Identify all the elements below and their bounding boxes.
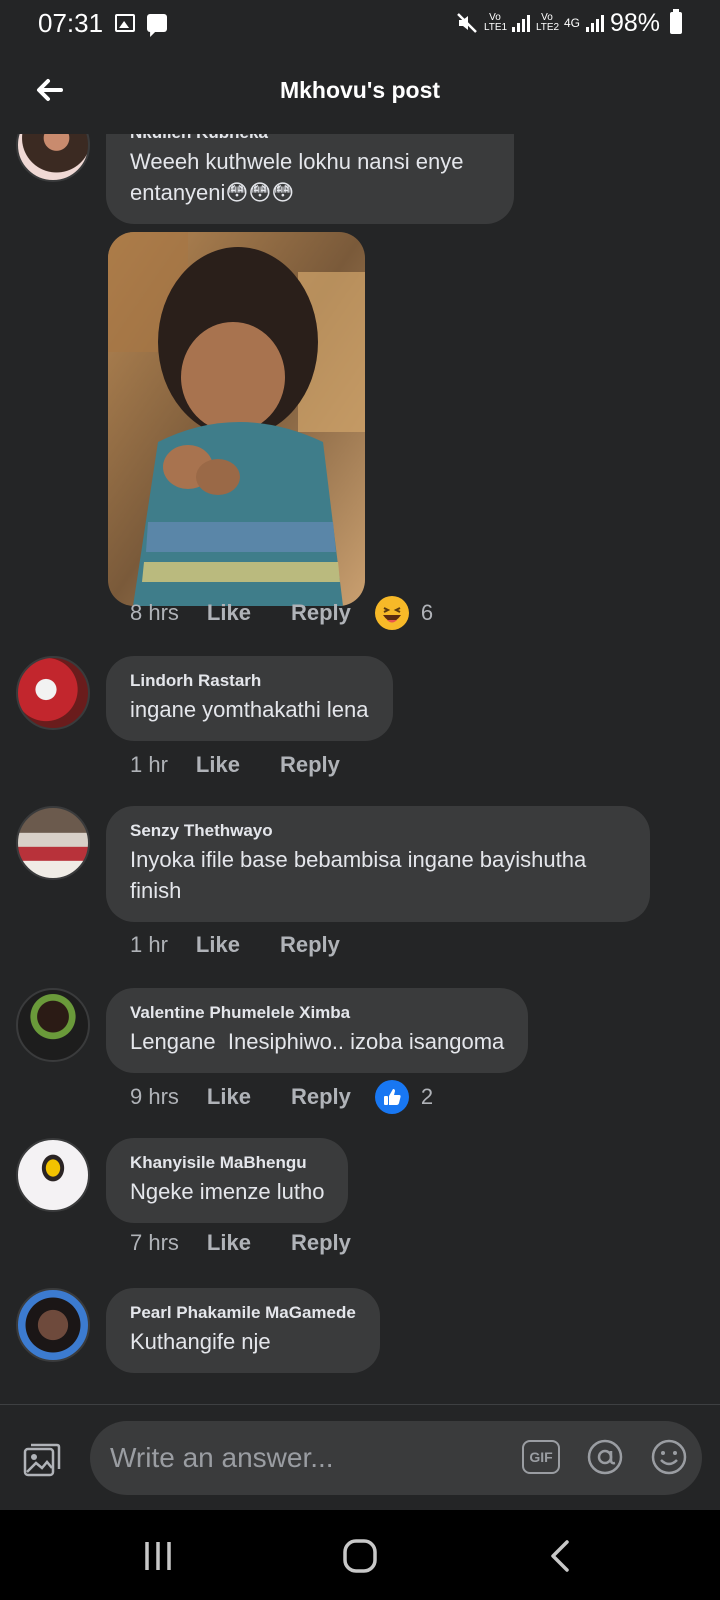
avatar[interactable] bbox=[16, 988, 90, 1062]
thumbs-up-icon[interactable] bbox=[374, 1080, 409, 1114]
comment-bubble[interactable]: Valentine Phumelele Ximba Lengane Inesip… bbox=[106, 988, 529, 1073]
chevron-left-icon bbox=[551, 1540, 569, 1572]
comment-actions: 7 hrs Like Reply bbox=[130, 1230, 375, 1256]
comment-author[interactable]: Khanyisile MaBhengu bbox=[130, 1152, 324, 1174]
comments-feed[interactable]: Nkulleh Kubheka Weeeh kuthwele lokhu nan… bbox=[0, 134, 720, 1404]
like-button[interactable]: Like bbox=[207, 600, 251, 626]
comment-bubble[interactable]: Lindorh Rastarh ingane yomthakathi lena bbox=[106, 656, 393, 741]
smiley-icon bbox=[651, 1439, 687, 1475]
comment-text: Inyoka ifile base bebambisa ingane bayis… bbox=[130, 847, 587, 903]
comment-time[interactable]: 1 hr bbox=[130, 752, 168, 778]
reply-button[interactable]: Reply bbox=[291, 1084, 351, 1110]
signal-2-icon bbox=[585, 14, 604, 32]
post-header: Mkhovu's post bbox=[0, 46, 720, 134]
comment-time[interactable]: 8 hrs bbox=[130, 600, 179, 626]
avatar[interactable] bbox=[16, 1288, 90, 1362]
like-button[interactable]: Like bbox=[196, 752, 240, 778]
battery-icon bbox=[670, 9, 682, 34]
gif-button[interactable]: GIF bbox=[522, 1440, 560, 1474]
comment-actions: 1 hr Like Reply bbox=[130, 752, 364, 778]
avatar[interactable] bbox=[16, 806, 90, 880]
back-nav-button[interactable] bbox=[538, 1534, 582, 1578]
comment-text: Kuthangife nje bbox=[130, 1329, 271, 1354]
clock: 07:31 bbox=[38, 7, 104, 38]
comment-actions: 1 hr Like Reply bbox=[130, 932, 364, 958]
comment-bubble[interactable]: Pearl Phakamile MaGamede Kuthangife nje bbox=[106, 1288, 380, 1373]
arrow-left-icon bbox=[37, 79, 63, 101]
recents-icon bbox=[145, 1542, 171, 1570]
reply-button[interactable]: Reply bbox=[291, 1230, 351, 1256]
mention-button[interactable] bbox=[586, 1438, 624, 1476]
comment-input-container[interactable]: GIF bbox=[90, 1421, 702, 1495]
haha-emoji-icon[interactable] bbox=[374, 596, 409, 630]
system-nav-bar bbox=[0, 1510, 720, 1600]
photo-icon bbox=[23, 1443, 61, 1477]
avatar[interactable] bbox=[16, 134, 90, 182]
like-button[interactable]: Like bbox=[196, 932, 240, 958]
comment-time[interactable]: 7 hrs bbox=[130, 1230, 179, 1256]
home-icon bbox=[343, 1539, 377, 1573]
comment-text: Lengane Inesiphiwo.. izoba isangoma bbox=[130, 1029, 505, 1054]
home-button[interactable] bbox=[338, 1534, 382, 1578]
comment-author[interactable]: Valentine Phumelele Ximba bbox=[130, 1002, 504, 1024]
status-bar: 07:31 Vo LTE1 Vo LTE2 4G 98% bbox=[0, 0, 720, 46]
reply-button[interactable]: Reply bbox=[280, 752, 340, 778]
comment-time[interactable]: 9 hrs bbox=[130, 1084, 179, 1110]
comment-author[interactable]: Pearl Phakamile MaGamede bbox=[130, 1302, 356, 1324]
reply-button[interactable]: Reply bbox=[291, 600, 351, 626]
comment-composer: GIF bbox=[0, 1404, 720, 1510]
comment-input[interactable] bbox=[110, 1442, 500, 1474]
child-photo-image bbox=[108, 232, 365, 606]
comment-bubble[interactable]: Nkulleh Kubheka Weeeh kuthwele lokhu nan… bbox=[106, 134, 514, 224]
like-button[interactable]: Like bbox=[207, 1084, 251, 1110]
page-title: Mkhovu's post bbox=[279, 76, 441, 103]
comment-author[interactable]: Nkulleh Kubheka bbox=[130, 134, 490, 144]
avatar[interactable] bbox=[16, 656, 90, 730]
sim2-label: Vo LTE2 bbox=[535, 12, 560, 33]
comment-author[interactable]: Lindorh Rastarh bbox=[130, 670, 369, 692]
signal-1-icon bbox=[511, 14, 530, 32]
reaction-count[interactable]: 6 bbox=[421, 600, 433, 626]
at-icon bbox=[587, 1439, 623, 1475]
sim1-label: Vo LTE1 bbox=[483, 12, 508, 33]
reaction-count[interactable]: 2 bbox=[421, 1084, 433, 1110]
mute-icon bbox=[457, 13, 477, 33]
comment-text: Weeeh kuthwele lokhu nansi enye entanyen… bbox=[130, 149, 464, 205]
comment-bubble[interactable]: Khanyisile MaBhengu Ngeke imenze lutho bbox=[106, 1138, 349, 1223]
emoji-button[interactable] bbox=[650, 1438, 688, 1476]
add-photo-button[interactable] bbox=[22, 1439, 62, 1479]
recent-apps-button[interactable] bbox=[136, 1534, 180, 1578]
comment-text: ingane yomthakathi lena bbox=[130, 697, 369, 722]
comment-actions: 9 hrs Like Reply 2 bbox=[130, 1080, 433, 1114]
comment-bubble[interactable]: Senzy Thethwayo Inyoka ifile base bebamb… bbox=[106, 806, 650, 922]
comment-time[interactable]: 1 hr bbox=[130, 932, 168, 958]
reply-button[interactable]: Reply bbox=[280, 932, 340, 958]
comment-author[interactable]: Senzy Thethwayo bbox=[130, 820, 626, 842]
comment-photo[interactable] bbox=[108, 232, 365, 606]
battery-percent: 98% bbox=[609, 8, 660, 37]
comment-actions: 8 hrs Like Reply 6 bbox=[130, 596, 433, 630]
network-label: 4G bbox=[563, 16, 580, 30]
comment-text: Ngeke imenze lutho bbox=[130, 1179, 325, 1204]
avatar[interactable] bbox=[16, 1138, 90, 1212]
back-button[interactable] bbox=[30, 70, 70, 110]
like-button[interactable]: Like bbox=[207, 1230, 251, 1256]
gallery-notification-icon bbox=[115, 14, 136, 32]
message-notification-icon bbox=[147, 14, 168, 32]
